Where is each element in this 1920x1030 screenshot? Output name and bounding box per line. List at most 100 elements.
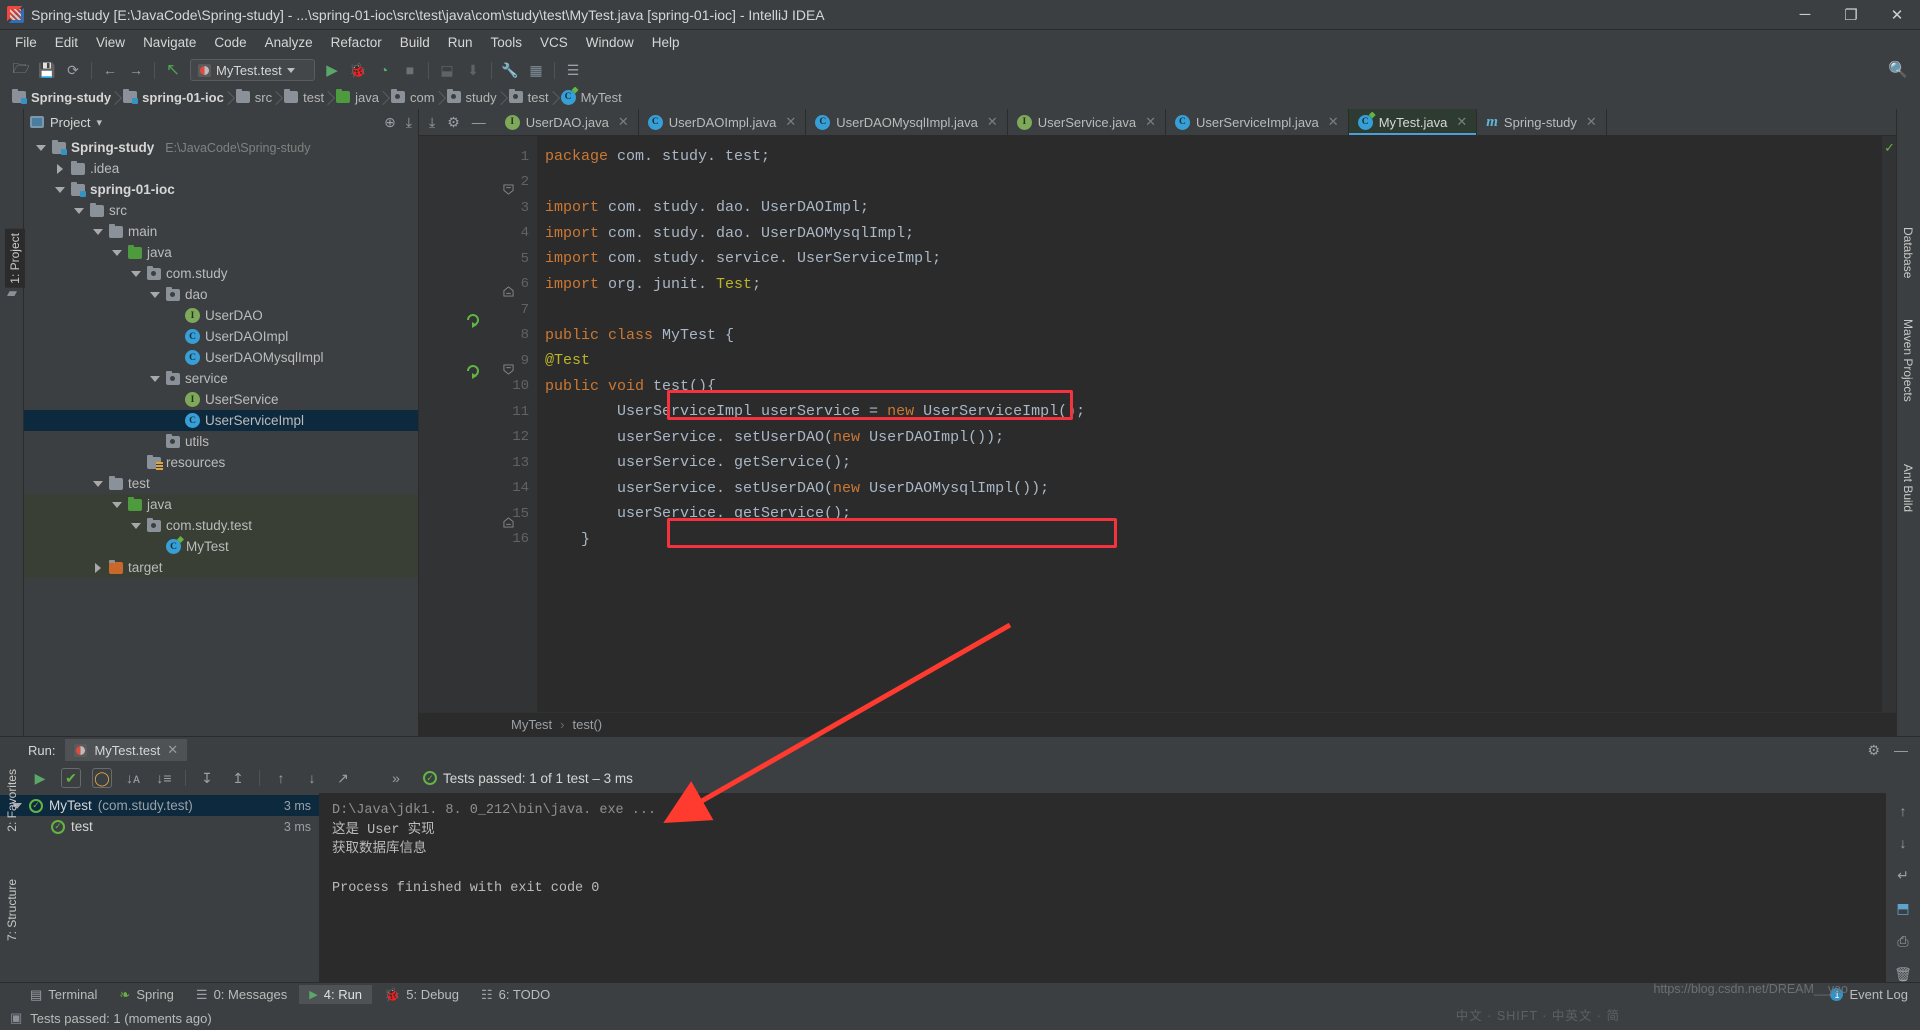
maximize-button[interactable]: ❐ (1828, 0, 1874, 30)
run-method-gutter-icon[interactable] (465, 363, 481, 379)
console-toggle-icon[interactable]: ⬒ (1893, 900, 1913, 917)
project-tree-row[interactable]: test (24, 473, 418, 494)
export-results-icon[interactable]: ↗ (333, 768, 353, 788)
bottom-item-messages[interactable]: ☰ 0: Messages (186, 985, 297, 1005)
run-tab-mytest[interactable]: MyTest.test ✕ (65, 739, 188, 761)
run-class-gutter-icon[interactable] (465, 312, 481, 328)
twisty-expanded-icon[interactable] (110, 498, 123, 511)
breadcrumb-item-mytest[interactable]: C MyTest (557, 89, 630, 105)
menu-refactor[interactable]: Refactor (322, 32, 391, 53)
project-tree-row[interactable]: service (24, 368, 418, 389)
build-project-icon[interactable]: ↖ (160, 58, 186, 82)
fold-method-icon[interactable] (503, 364, 514, 375)
twisty-expanded-icon[interactable] (110, 246, 123, 259)
editor-tab[interactable]: C UserServiceImpl.java ✕ (1166, 109, 1349, 135)
hide-icon[interactable]: — (1894, 742, 1908, 759)
profiler-icon[interactable]: ⬇ (460, 58, 486, 82)
bottom-item-terminal[interactable]: ▤ Terminal (20, 985, 107, 1005)
tool-button-structure[interactable]: 7: Structure (5, 879, 19, 941)
scroll-down-icon[interactable]: ↓ (1893, 835, 1913, 851)
editor-tab[interactable]: C MyTest.java ✕ (1348, 109, 1478, 135)
fold-region-end-icon[interactable] (503, 286, 514, 297)
code-line[interactable]: public void test(){ (537, 374, 1896, 400)
test-results-tree[interactable]: ✓ MyTest (com.study.test) 3 ms ✓ test 3 ms (0, 793, 320, 982)
next-failed-test-icon[interactable]: ↓ (302, 768, 322, 788)
project-tree-row[interactable]: com.study (24, 263, 418, 284)
close-button[interactable]: ✕ (1874, 0, 1920, 30)
code-editor[interactable]: 1 2 3 4 5 6 7 8 9 10 11 12 13 14 15 16 package com. stu… (419, 136, 1896, 712)
editor-error-stripe[interactable]: ✓ (1882, 136, 1896, 712)
breadcrumb-item-test[interactable]: test (280, 89, 332, 105)
breadcrumb-item-java[interactable]: java (332, 89, 387, 105)
menu-tools[interactable]: Tools (482, 32, 532, 53)
twisty-collapsed-icon[interactable] (91, 561, 104, 574)
minimize-button[interactable]: ─ (1782, 0, 1828, 30)
menu-analyze[interactable]: Analyze (256, 32, 322, 53)
project-tree-row[interactable]: dao (24, 284, 418, 305)
tool-button-maven[interactable]: Maven Projects (1901, 319, 1915, 402)
code-line[interactable]: userService. getService(); (537, 450, 1896, 476)
menu-run[interactable]: Run (439, 32, 482, 53)
breadcrumb-item-src[interactable]: src (232, 89, 280, 105)
project-tree-row[interactable]: resources (24, 452, 418, 473)
menu-file[interactable]: File (6, 32, 46, 53)
code-content[interactable]: package com. study. test; import com. stu… (537, 136, 1896, 712)
menu-window[interactable]: Window (577, 32, 643, 53)
close-icon[interactable]: ✕ (785, 114, 796, 130)
code-line[interactable]: userService. setUserDAO(new UserDAOImpl(… (537, 425, 1896, 451)
bottom-item-debug[interactable]: 🐞 5: Debug (374, 985, 469, 1005)
twisty-expanded-icon[interactable] (148, 372, 161, 385)
settings-icon[interactable]: 🔧 (497, 58, 523, 82)
editor-tab[interactable]: C UserDAOImpl.java ✕ (639, 109, 807, 135)
close-icon[interactable]: ✕ (1328, 114, 1339, 130)
twisty-expanded-icon[interactable] (91, 477, 104, 490)
code-line[interactable]: userService. setUserDAO(new UserDAOMysql… (537, 476, 1896, 502)
sort-alphabetically-icon[interactable]: ↓ᴀ (123, 768, 143, 788)
test-tree-row[interactable]: ✓ test 3 ms (0, 816, 319, 837)
twisty-expanded-icon[interactable] (129, 519, 142, 532)
database-toolbar-icon[interactable]: ☰ (560, 58, 586, 82)
tool-button-favorites[interactable]: 2: Favorites (5, 769, 19, 832)
run-icon[interactable]: ▶ (319, 58, 345, 82)
project-tree-row[interactable]: java (24, 494, 418, 515)
gear-icon[interactable]: ⚙ (1867, 742, 1880, 759)
run-configuration-selector[interactable]: MyTest.test (190, 59, 315, 81)
tool-button-database[interactable]: Database (1901, 227, 1915, 278)
close-icon[interactable]: ✕ (167, 742, 178, 758)
show-ignored-icon[interactable]: ◯ (92, 768, 112, 788)
print-icon[interactable]: ⎙ (1893, 933, 1913, 950)
scroll-up-icon[interactable]: ↑ (1893, 803, 1913, 819)
breadcrumb-item-study[interactable]: study (443, 89, 505, 105)
collapse-all-icon[interactable]: ↥ (228, 768, 248, 788)
editor-tab[interactable]: I UserService.java ✕ (1008, 109, 1166, 135)
code-line[interactable]: @Test (537, 348, 1896, 374)
code-line[interactable]: import com. study. service. UserServiceI… (537, 246, 1896, 272)
run-with-coverage-icon[interactable]: ◔ (371, 58, 397, 82)
code-line[interactable] (537, 297, 1896, 323)
twisty-expanded-icon[interactable] (129, 267, 142, 280)
project-tree-row[interactable]: utils (24, 431, 418, 452)
menu-build[interactable]: Build (391, 32, 439, 53)
menu-code[interactable]: Code (205, 32, 255, 53)
collapse-all-icon[interactable]: ⤓ (406, 114, 412, 131)
rerun-icon[interactable]: ▶ (30, 768, 50, 788)
editor-tab[interactable]: C UserDAOMysqlImpl.java ✕ (806, 109, 1008, 135)
editor-tab[interactable]: I UserDAO.java ✕ (496, 109, 639, 135)
expand-all-icon[interactable]: ↧ (197, 768, 217, 788)
code-line[interactable]: userService. getService(); (537, 501, 1896, 527)
project-tree-row[interactable]: src (24, 200, 418, 221)
editor-gutter[interactable]: 1 2 3 4 5 6 7 8 9 10 11 12 13 14 15 16 (437, 136, 537, 712)
open-project-icon[interactable]: 🗁 (8, 58, 34, 82)
navigate-back-icon[interactable]: ← (97, 58, 123, 82)
tool-button-ant[interactable]: Ant Build (1901, 464, 1915, 512)
close-icon[interactable]: ✕ (1145, 114, 1156, 130)
gear-icon[interactable]: ⚙ (447, 114, 460, 131)
editor-tab[interactable]: m Spring-study ✕ (1477, 109, 1607, 135)
breadcrumb-item-spring-01-ioc[interactable]: spring-01-ioc (119, 89, 232, 105)
stop-icon[interactable]: ■ (397, 58, 423, 82)
sort-by-duration-icon[interactable]: ↓≡ (154, 768, 174, 788)
menu-view[interactable]: View (87, 32, 134, 53)
code-line[interactable]: } (537, 527, 1896, 553)
search-everywhere-icon[interactable]: 🔍 (1888, 60, 1908, 80)
breadcrumb-item-com[interactable]: com (387, 89, 443, 105)
